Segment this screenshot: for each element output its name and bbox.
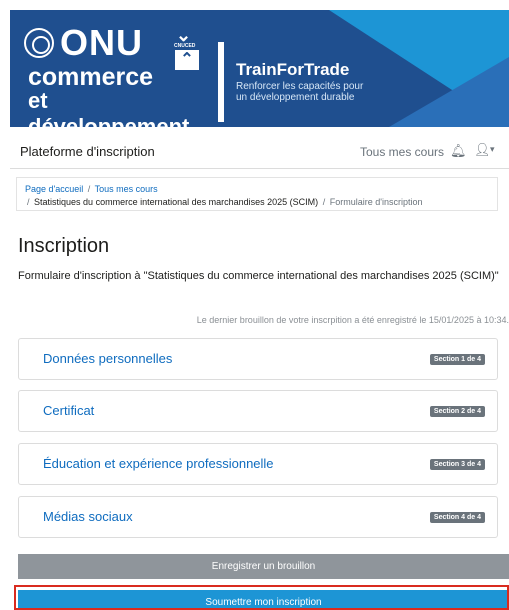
section-title[interactable]: Données personnelles [43, 351, 172, 366]
section-education[interactable]: Éducation et expérience professionnelle … [18, 443, 498, 485]
section-badge: Section 4 de 4 [429, 512, 485, 523]
breadcrumb-all-courses[interactable]: Tous mes cours [95, 184, 158, 194]
section-social-media[interactable]: Médias sociaux Section 4 de 4 [18, 496, 498, 538]
breadcrumb-separator: / [27, 197, 30, 207]
breadcrumb-separator: / [322, 197, 326, 207]
breadcrumb-home[interactable]: Page d'accueil [25, 184, 83, 194]
logo-cnuced: CNUCED [174, 43, 196, 49]
page-intro: Formulaire d'inscription à "Statistiques… [18, 270, 499, 282]
bell-icon[interactable]: 🔔︎ [450, 143, 467, 159]
chevron-mark-icon: ⌃ [175, 50, 199, 70]
tagline-line1: Renforcer les capacités pour [236, 81, 364, 92]
chevron-down-icon[interactable]: ▾ [490, 144, 495, 155]
breadcrumb-current: Formulaire d'inscription [329, 197, 423, 207]
save-draft-button[interactable]: Enregistrer un brouillon [18, 554, 509, 579]
breadcrumb: Page d'accueil / Tous mes cours / Statis… [16, 177, 498, 211]
chevron-up-icon: ⌄ [176, 25, 192, 45]
breadcrumb-course[interactable]: Statistiques du commerce international d… [34, 197, 318, 207]
site-name-link[interactable]: Plateforme d'inscription [20, 144, 155, 159]
section-certificate[interactable]: Certificat Section 2 de 4 [18, 390, 498, 432]
top-navbar: Plateforme d'inscription Tous mes cours … [10, 135, 509, 169]
header-banner: ONU ⌄ CNUCED ⌃ commerce et développement… [10, 10, 509, 127]
section-title[interactable]: Médias sociaux [43, 509, 133, 524]
user-icon[interactable]: 👤︎ [474, 142, 491, 158]
section-badge: Section 1 de 4 [429, 354, 485, 365]
section-title[interactable]: Certificat [43, 403, 94, 418]
logo-et-developpement: et développement [28, 88, 190, 127]
draft-saved-info: Le dernier brouillon de votre inscrpitio… [196, 315, 509, 325]
trainfortrade-tagline: Renforcer les capacités pour un développ… [236, 81, 406, 103]
section-badge: Section 3 de 4 [429, 459, 485, 470]
banner-decoration [389, 57, 509, 127]
logo-commerce: commerce [28, 63, 154, 91]
my-courses-link[interactable]: Tous mes cours [360, 145, 444, 159]
logo-onu: ONU [60, 22, 143, 63]
banner-divider [218, 42, 224, 122]
page-title: Inscription [18, 235, 110, 257]
section-badge: Section 2 de 4 [429, 406, 485, 417]
trainfortrade-title: TrainForTrade [236, 60, 350, 79]
submit-registration-button[interactable]: Soumettre mon inscription [18, 590, 509, 610]
tagline-line2: un développement durable [236, 92, 355, 103]
un-emblem-icon [24, 28, 54, 58]
section-personal-data[interactable]: Données personnelles Section 1 de 4 [18, 338, 498, 380]
breadcrumb-separator: / [87, 184, 91, 194]
cnuced-mark: ⌄ CNUCED ⌃ [174, 25, 202, 70]
section-title[interactable]: Éducation et expérience professionnelle [43, 456, 274, 471]
